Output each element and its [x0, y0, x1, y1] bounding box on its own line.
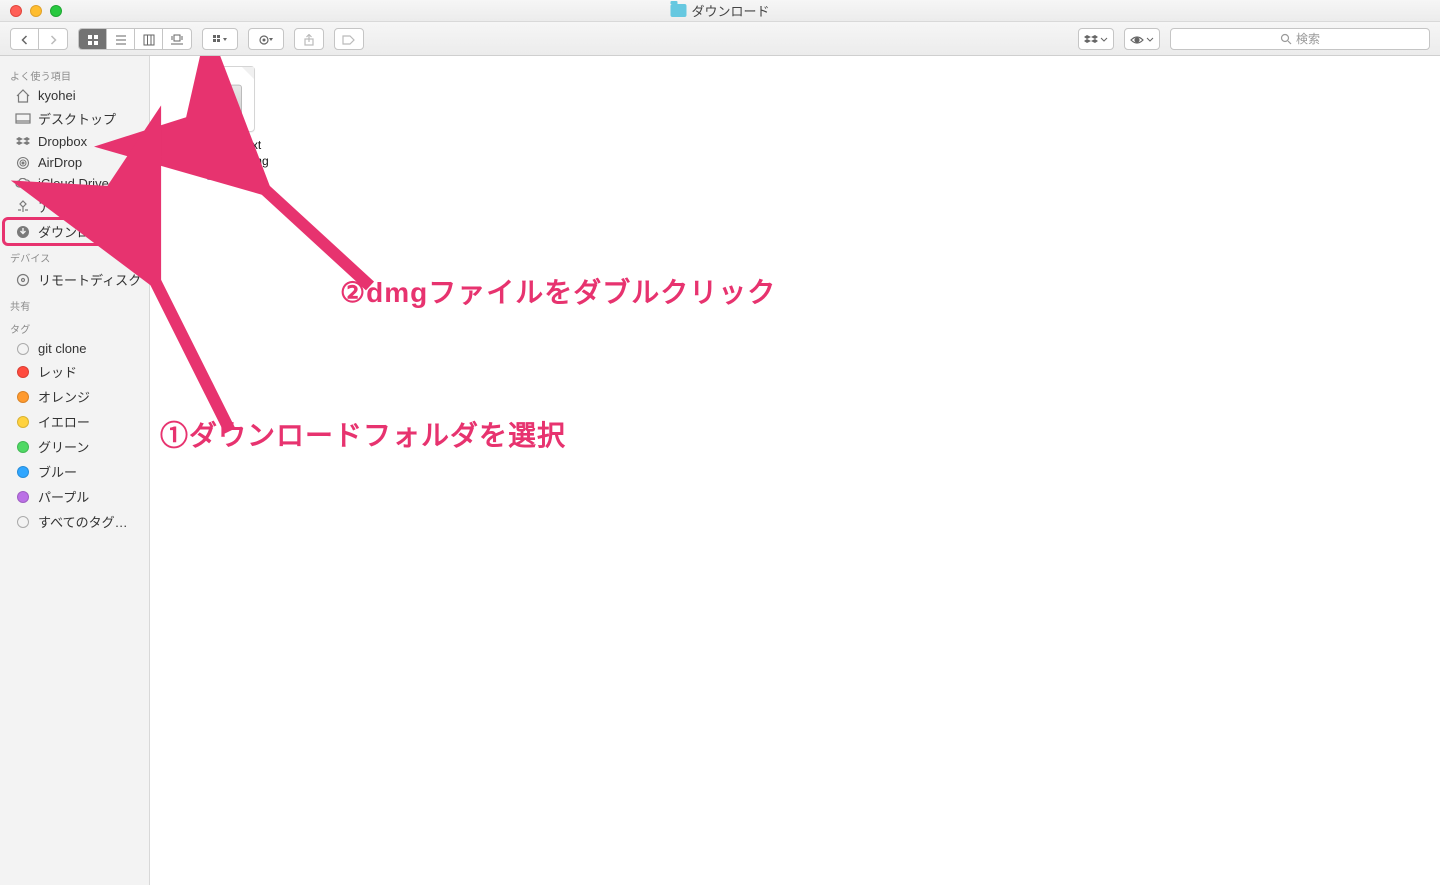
- tag-icon: [14, 366, 32, 378]
- sidebar: よく使う項目 kyohei デスクトップ Dropbox AirDrop iCl…: [0, 56, 150, 885]
- arrange-button[interactable]: [203, 29, 237, 50]
- tag-empty-icon: [14, 516, 32, 528]
- search-icon: [1280, 33, 1292, 45]
- tag-icon: [14, 416, 32, 428]
- tag-icon: [14, 466, 32, 478]
- view-mode-buttons: [78, 28, 192, 50]
- sidebar-tag-all[interactable]: すべてのタグ…: [0, 509, 149, 534]
- sidebar-item-label: AirDrop: [38, 155, 82, 170]
- sidebar-tag-red[interactable]: レッド: [0, 359, 149, 384]
- sidebar-item-desktop[interactable]: デスクトップ: [0, 106, 149, 131]
- nav-buttons: [10, 28, 68, 50]
- sidebar-item-label: グリーン: [38, 437, 89, 456]
- sidebar-item-label: ブルー: [38, 462, 77, 481]
- home-icon: [14, 89, 32, 103]
- search-field[interactable]: 検索: [1170, 28, 1430, 50]
- tag-empty-icon: [14, 343, 32, 355]
- sidebar-header-tags: タグ: [0, 315, 149, 338]
- sidebar-item-label: Dropbox: [38, 134, 87, 149]
- share-button[interactable]: [295, 29, 323, 50]
- sidebar-item-label: オレンジ: [38, 387, 90, 406]
- desktop-icon: [14, 113, 32, 125]
- finder-window: ダウンロード: [0, 0, 1440, 885]
- sidebar-item-icloud[interactable]: iCloud Drive: [0, 173, 149, 194]
- sidebar-tag-green[interactable]: グリーン: [0, 434, 149, 459]
- minimize-button[interactable]: [30, 5, 42, 17]
- sidebar-item-airdrop[interactable]: AirDrop: [0, 152, 149, 173]
- dropbox-icon: [14, 136, 32, 148]
- tags-button-group: [334, 28, 364, 50]
- share-button-group: [294, 28, 324, 50]
- icon-view-button[interactable]: [79, 29, 107, 50]
- sidebar-item-label: すべてのタグ…: [38, 512, 128, 531]
- file-area[interactable]: Sublime Text Build 3126.dmg 12.7 MB ②dmg…: [150, 56, 1440, 885]
- window-title-text: ダウンロード: [691, 1, 769, 20]
- sidebar-item-label: デスクトップ: [38, 109, 116, 128]
- quicklook-button[interactable]: [1125, 29, 1159, 50]
- annotation-text-2: ②dmgファイルをダブルクリック: [340, 271, 776, 311]
- sidebar-tag-blue[interactable]: ブルー: [0, 459, 149, 484]
- sidebar-header-devices: デバイス: [0, 244, 149, 267]
- column-view-button[interactable]: [135, 29, 163, 50]
- sidebar-item-label: パープル: [38, 487, 89, 506]
- sidebar-item-label: iCloud Drive: [38, 176, 109, 191]
- sidebar-item-label: ダウンロード: [38, 222, 116, 241]
- dropbox-button-group: [1078, 28, 1114, 50]
- fullscreen-button[interactable]: [50, 5, 62, 17]
- action-button-group: [248, 28, 284, 50]
- disc-icon: [14, 273, 32, 287]
- coverflow-view-button[interactable]: [163, 29, 191, 50]
- downloads-icon: [14, 225, 32, 239]
- tag-icon: [14, 391, 32, 403]
- annotation-text-1: ①ダウンロードフォルダを選択: [160, 414, 566, 454]
- tags-button[interactable]: [335, 29, 363, 50]
- quicklook-button-group: [1124, 28, 1160, 50]
- sidebar-tag-purple[interactable]: パープル: [0, 484, 149, 509]
- window-title: ダウンロード: [670, 1, 769, 20]
- dmg-icon: [199, 66, 255, 132]
- sidebar-header-shared: 共有: [0, 292, 149, 315]
- sidebar-item-remote-disc[interactable]: リモートディスク: [0, 267, 149, 292]
- sidebar-item-label: レッド: [38, 362, 77, 381]
- folder-icon: [670, 4, 686, 17]
- sidebar-item-downloads[interactable]: ダウンロード: [0, 219, 149, 244]
- tag-icon: [14, 441, 32, 453]
- apps-icon: [14, 200, 32, 214]
- sidebar-item-applications[interactable]: アプリケーション: [0, 194, 149, 219]
- sidebar-tag-yellow[interactable]: イエロー: [0, 409, 149, 434]
- body: よく使う項目 kyohei デスクトップ Dropbox AirDrop iCl…: [0, 56, 1440, 885]
- sidebar-item-home[interactable]: kyohei: [0, 85, 149, 106]
- sidebar-item-label: アプリケーション: [38, 197, 142, 216]
- sidebar-item-label: kyohei: [38, 88, 76, 103]
- sidebar-item-dropbox[interactable]: Dropbox: [0, 131, 149, 152]
- close-button[interactable]: [10, 5, 22, 17]
- list-view-button[interactable]: [107, 29, 135, 50]
- cloud-icon: [14, 178, 32, 189]
- sidebar-item-label: git clone: [38, 341, 86, 356]
- airdrop-icon: [14, 156, 32, 170]
- dropbox-button[interactable]: [1079, 29, 1113, 50]
- forward-button[interactable]: [39, 29, 67, 50]
- sidebar-item-label: イエロー: [38, 412, 90, 431]
- sidebar-item-label: リモートディスク: [38, 270, 141, 289]
- tag-icon: [14, 491, 32, 503]
- window-controls: [0, 5, 62, 17]
- back-button[interactable]: [11, 29, 39, 50]
- action-button[interactable]: [249, 29, 283, 50]
- sidebar-header-favorites: よく使う項目: [0, 62, 149, 85]
- sidebar-tag-gitclone[interactable]: git clone: [0, 338, 149, 359]
- toolbar: 検索: [0, 22, 1440, 56]
- sidebar-tag-orange[interactable]: オレンジ: [0, 384, 149, 409]
- search-placeholder: 検索: [1296, 30, 1320, 47]
- arrange-button-group: [202, 28, 238, 50]
- titlebar: ダウンロード: [0, 0, 1440, 22]
